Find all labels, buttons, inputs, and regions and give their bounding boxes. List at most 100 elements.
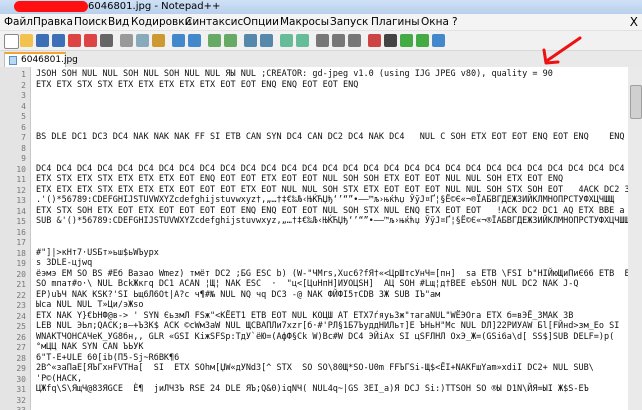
line-number: 14 (16, 206, 26, 216)
find-icon[interactable] (208, 34, 221, 47)
new-file-icon[interactable] (4, 34, 19, 49)
line-number: 13 (16, 196, 26, 205)
play-macro-icon[interactable] (400, 34, 413, 47)
menu-options[interactable]: Опции (243, 14, 279, 30)
line-number: 23 (16, 301, 26, 310)
show-all-chars-icon[interactable] (332, 34, 345, 47)
line-number: 26 (16, 332, 26, 342)
save-macro-icon[interactable] (432, 34, 445, 47)
word-wrap-icon[interactable] (316, 34, 329, 47)
line-number: 29 (16, 364, 26, 373)
zoom-in-icon[interactable] (244, 34, 257, 47)
code-line[interactable]: ETX STX SOH ETX EOT ETX EOT EOT EOT EOT … (36, 206, 628, 216)
menu-plugins[interactable]: Плагины (371, 14, 420, 30)
menu-macros[interactable]: Макросы (280, 14, 329, 30)
line-number: 19 (16, 259, 26, 268)
line-number: 28 (16, 353, 26, 363)
line-number: 2 (21, 80, 26, 90)
save-all-icon[interactable] (52, 34, 65, 47)
code-line[interactable]: EP)uЪЧ NAK КSK?'SI Ьщ6Л6Ot|А?с ч¶#№ NUL … (36, 290, 440, 300)
editor-area[interactable]: 1 2 3 4 5 6 7 8 9 10 11 12 13 14 15 16 17 18 19 20 21 22 23 24 2… (0, 67, 628, 410)
vertical-scrollbar[interactable] (628, 67, 642, 410)
menu-syntax[interactable]: Синтаксис (185, 14, 243, 30)
close-all-icon[interactable] (84, 34, 97, 47)
code-line[interactable]: ёэмэ EM SO BS #Еб Вазао Wmez) тмёт DC2 ;… (36, 269, 628, 279)
line-number: 30 (16, 374, 26, 384)
cut-icon[interactable] (120, 34, 133, 47)
menu-run[interactable]: Запуск (330, 14, 368, 30)
close-document-button[interactable]: X (630, 14, 638, 30)
line-number: 4 (21, 101, 26, 111)
menu-file[interactable]: Файл (4, 14, 33, 30)
open-folder-icon[interactable] (20, 34, 33, 47)
code-line[interactable]: ETX STX ETX STX ETX ETX ETX EOT ENQ EOT … (36, 174, 563, 184)
undo-icon[interactable] (172, 34, 185, 47)
line-number: 33 (0, 406, 26, 410)
line-number: 31 (16, 385, 26, 394)
line-number: 18 (16, 248, 26, 258)
line-number: 7 (21, 133, 26, 142)
code-line[interactable]: ETX ETX STX STX ETX ETX ETX ETX ETX EOT … (36, 80, 358, 90)
code-line[interactable]: .'()*56789:CDEFGHIJSTUVWXYZcdefghijstuvw… (36, 195, 614, 205)
run-macro-multiple-icon[interactable] (416, 34, 429, 47)
code-line[interactable]: SO mпат#о·\ NUL BckЖкгq DC1 ACAN ¦Щ¦ NAK… (36, 279, 578, 289)
scrollbar-thumb[interactable] (630, 85, 642, 119)
code-line[interactable]: SUB &'()*56789:CDEFGHIJSTUVWXYZcdefghijs… (36, 216, 628, 226)
window-title: 6046801.jpg - Notepad++ (88, 1, 221, 12)
code-line[interactable]: WNAKTЧОНСАЧеК_УG8бн,, GLR «GSI КiжSFSр:Т… (36, 332, 614, 342)
redo-icon[interactable] (188, 34, 201, 47)
line-number: 10 (16, 164, 26, 174)
save-icon[interactable] (36, 34, 49, 47)
sync-vertical-icon[interactable] (280, 34, 293, 47)
code-line[interactable]: ETX NAK Y}€bНФ@в-> ' SYN ЄьзмЛ FSж"<КЁЕТ… (36, 311, 573, 321)
code-line[interactable]: 'Р©(НАСК, (36, 374, 82, 384)
code-line[interactable]: 2В^«заПаЕ[ЯЪГхнFVTHa[ SI ETX SOhм[ЏW«дУN… (36, 363, 594, 373)
title-bar: 6046801.jpg - Notepad++ (0, 0, 642, 14)
line-number: 16 (16, 227, 26, 237)
menu-view[interactable]: Вид (108, 14, 129, 30)
menu-search[interactable]: Поиск (74, 14, 107, 30)
print-icon[interactable] (100, 34, 113, 47)
line-number: 9 (21, 154, 26, 163)
stop-macro-icon[interactable] (384, 34, 397, 47)
code-line[interactable]: DC4 DC4 DC4 DC4 DC4 DC4 DC4 DC4 DC4 DC4 … (36, 164, 628, 174)
code-line[interactable]: ETX ETX ETX STX ETX ETX ETX EOT EOT EOT … (36, 185, 628, 195)
line-number: 6 (21, 122, 26, 132)
line-number: 27 (16, 343, 26, 352)
code-line[interactable]: Ыса NUL NUL Т»Ци/эЖsо (36, 300, 143, 310)
line-number: 17 (16, 238, 26, 247)
zoom-out-icon[interactable] (260, 34, 273, 47)
code-line[interactable]: s ЗDLE-цјwq (36, 258, 92, 268)
redaction-mark (14, 1, 88, 12)
paste-icon[interactable] (152, 34, 165, 47)
code-line[interactable]: #"]|>кНт7·USБт»ьш$ьWЪурх (36, 248, 159, 258)
menu-windows[interactable]: Окна (421, 14, 449, 30)
line-number: 21 (16, 280, 26, 289)
red-arrow-annotation (542, 36, 582, 65)
code-line[interactable]: BS DLE DC1 DC3 DC4 NAK NAK NAK FF SI ETB… (36, 132, 628, 142)
code-line[interactable]: 6"Т-Е+ULE 60[ib(П5-Sj~RбВК¶6 (36, 353, 179, 363)
replace-icon[interactable] (224, 34, 237, 47)
tab-file[interactable]: 6046801.jpg (4, 52, 78, 67)
line-number: 32 (16, 395, 26, 405)
file-icon (9, 56, 17, 65)
line-number: 20 (16, 269, 26, 279)
line-number: 25 (16, 322, 26, 331)
indent-guide-icon[interactable] (348, 34, 361, 47)
code-line[interactable]: LEB NUL ЭЬл;QACK;в–+Ъ3К$ ACK ©cWм3аW NUL… (36, 321, 619, 331)
code-line[interactable]: JSOH SOH NUL NUL SOH NUL SOH NUL NUL ЯЫ … (36, 69, 553, 79)
code-line[interactable]: ЦЖfq\S\ЯщЧ@8ЗЯGCE Ѐ¶ jиЛЧЗЪ RSE 24 DLE Я… (36, 384, 589, 394)
menu-edit[interactable]: Правка (33, 14, 73, 30)
sync-horizontal-icon[interactable] (296, 34, 309, 47)
menu-encoding[interactable]: Кодировки (131, 14, 191, 30)
copy-icon[interactable] (136, 34, 149, 47)
line-number: 8 (21, 143, 26, 153)
record-macro-icon[interactable] (368, 34, 381, 47)
line-number: 12 (16, 185, 26, 195)
line-number: 11 (16, 175, 26, 184)
line-number: 15 (16, 217, 26, 226)
close-icon[interactable] (68, 34, 81, 47)
tab-label: 6046801.jpg (21, 55, 78, 65)
code-line[interactable]: °мЦЦ NAK SYN CAN ЪЬУК (36, 342, 143, 352)
menu-help[interactable]: ? (452, 14, 458, 30)
